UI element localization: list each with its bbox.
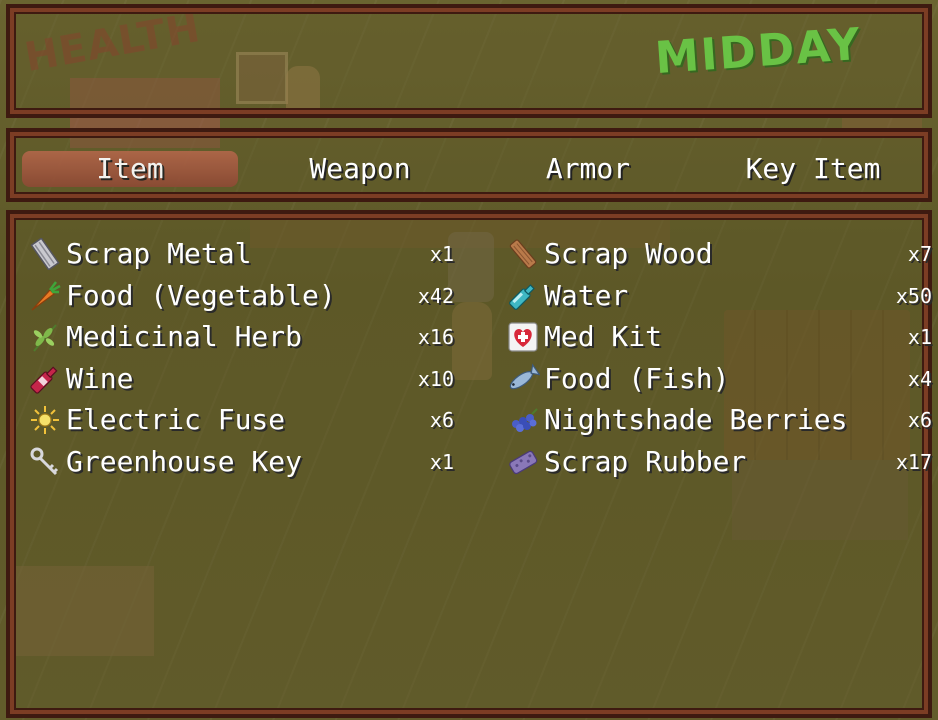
carrot-icon	[28, 280, 62, 312]
scrap-rubber-icon	[506, 446, 540, 478]
item-name: Medicinal Herb	[66, 320, 303, 353]
list-item[interactable]: Electric Fuse x6	[28, 400, 454, 440]
list-item[interactable]: Medicinal Herb x16	[28, 317, 454, 357]
list-item[interactable]: Food (Vegetable) x42	[28, 276, 454, 316]
scrap-metal-icon	[28, 238, 62, 270]
list-item[interactable]: Scrap Metal x1	[28, 234, 454, 274]
item-quantity: x1	[429, 242, 454, 266]
item-quantity: x50	[895, 284, 932, 308]
item-name: Scrap Metal	[66, 237, 252, 270]
item-name: Med Kit	[544, 320, 663, 353]
fish-icon	[506, 363, 540, 395]
tab-weapon[interactable]: Weapon	[246, 151, 474, 187]
item-name: Scrap Wood	[544, 237, 713, 270]
item-name: Food (Vegetable)	[66, 279, 336, 312]
item-name: Nightshade Berries	[544, 403, 848, 436]
tab-armor[interactable]: Armor	[478, 151, 698, 187]
item-name: Water	[544, 279, 629, 312]
list-item[interactable]: Scrap Wood x7	[506, 234, 932, 274]
item-quantity: x10	[417, 367, 454, 391]
key-icon	[28, 446, 62, 478]
item-quantity: x4	[907, 367, 932, 391]
item-quantity: x6	[429, 408, 454, 432]
item-quantity: x42	[417, 284, 454, 308]
list-item[interactable]: Wine x10	[28, 359, 454, 399]
list-item[interactable]: Scrap Rubber x17	[506, 442, 932, 482]
item-quantity: x17	[895, 450, 932, 474]
item-quantity: x1	[907, 325, 932, 349]
water-bottle-icon	[506, 280, 540, 312]
list-item[interactable]: Med Kit x1	[506, 317, 932, 357]
category-tabs-window: Item Weapon Armor Key Item	[6, 128, 932, 202]
item-name: Food (Fish)	[544, 362, 730, 395]
item-list-window: Scrap Metal x1 Food (Vegetable) x42 Medi…	[6, 210, 932, 718]
list-item[interactable]: Greenhouse Key x1	[28, 442, 454, 482]
wood-plank-icon	[506, 238, 540, 270]
berries-icon	[506, 404, 540, 436]
item-quantity: x1	[429, 450, 454, 474]
list-item[interactable]: Nightshade Berries x6	[506, 400, 932, 440]
list-item[interactable]: Water x50	[506, 276, 932, 316]
item-quantity: x7	[907, 242, 932, 266]
item-name: Wine	[66, 362, 134, 395]
list-item[interactable]: Food (Fish) x4	[506, 359, 932, 399]
item-quantity: x6	[907, 408, 932, 432]
status-window: MIDDAY	[6, 4, 932, 118]
med-kit-icon	[506, 321, 540, 353]
item-name: Greenhouse Key	[66, 445, 303, 478]
item-quantity: x16	[417, 325, 454, 349]
time-of-day-label: MIDDAY	[653, 18, 864, 85]
item-name: Scrap Rubber	[544, 445, 747, 478]
electric-fuse-icon	[28, 404, 62, 436]
wine-bottle-icon	[28, 363, 62, 395]
herb-icon	[28, 321, 62, 353]
tab-key-item[interactable]: Key Item	[700, 151, 926, 187]
item-name: Electric Fuse	[66, 403, 286, 436]
tab-item[interactable]: Item	[22, 151, 238, 187]
